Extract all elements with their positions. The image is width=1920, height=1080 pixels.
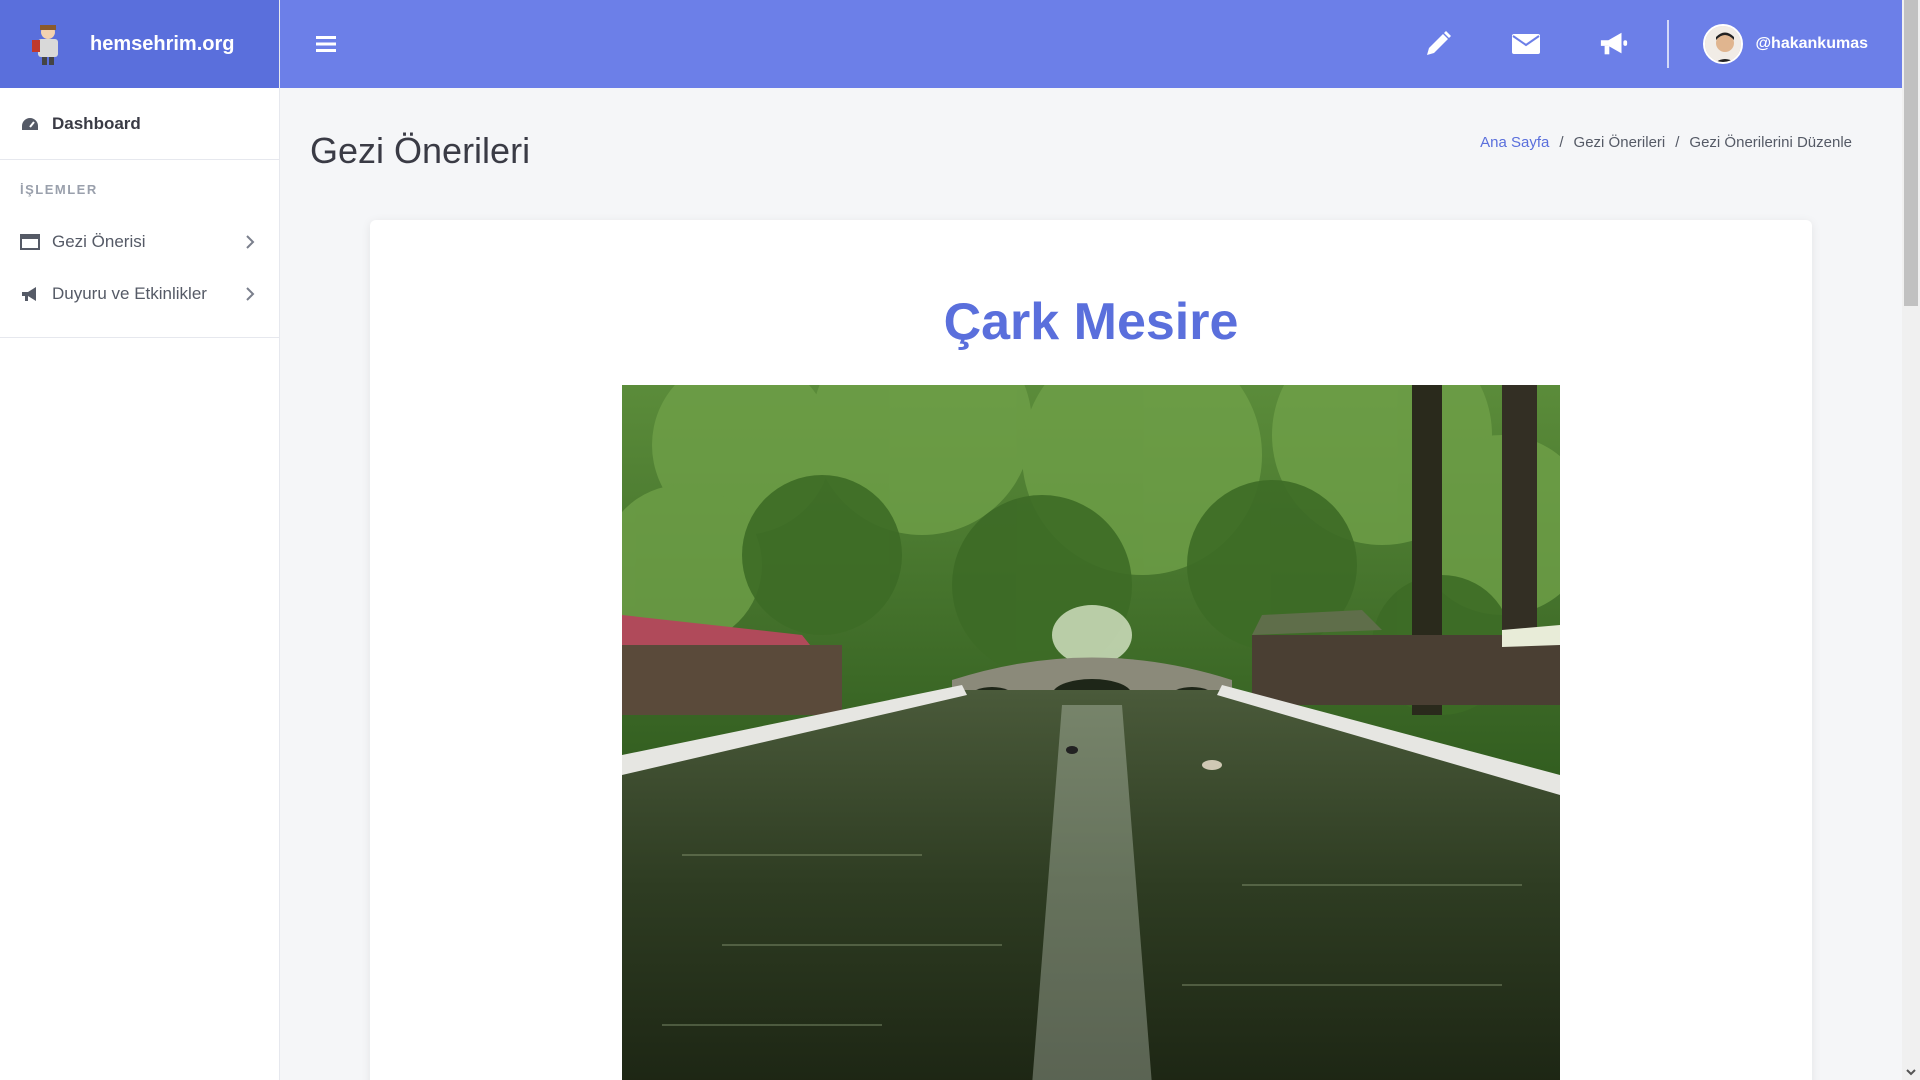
sidebar-divider [0,320,279,338]
scroll-down-arrow-icon[interactable] [1905,1066,1917,1078]
page-scrollbar[interactable] [1902,0,1920,1080]
page-title: Gezi Önerileri [310,130,531,171]
topbar: @hakankumas [280,0,1902,88]
sidebar-item-label: Duyuru ve Etkinlikler [52,284,207,303]
menu-toggle-icon[interactable] [316,35,336,53]
topbar-divider [1667,20,1670,68]
sidebar-section-heading: İŞLEMLER [20,182,98,197]
brand-name: hemsehrim.org [90,32,235,55]
sidebar-item-dashboard[interactable]: Dashboard [0,88,279,160]
breadcrumb-separator: / [1559,134,1564,151]
breadcrumb-section: Gezi Önerileri [1573,134,1666,151]
megaphone-icon[interactable] [1599,29,1629,59]
window-icon [20,234,40,250]
brand[interactable]: hemsehrim.org [0,0,279,88]
sidebar: hemsehrim.org Dashboard İŞLEMLER Gezi Ön… [0,0,280,1080]
place-photo [622,385,1560,1080]
topbar-actions: @hakankumas [1423,0,1902,88]
scrollbar-thumb[interactable] [1904,0,1918,306]
sidebar-item-label: Gezi Önerisi [52,232,146,251]
place-title: Çark Mesire [943,293,1239,351]
breadcrumb: Ana Sayfa / Gezi Önerileri / Gezi Öneril… [1480,134,1852,151]
breadcrumb-home-link[interactable]: Ana Sayfa [1480,134,1549,151]
sidebar-item-gezi-onerisi[interactable]: Gezi Önerisi [0,216,279,268]
megaphone-icon [22,287,36,301]
sidebar-item-label: Dashboard [52,113,141,133]
envelope-icon[interactable] [1511,29,1541,59]
pencil-icon[interactable] [1423,29,1453,59]
brand-logo [32,25,58,65]
avatar[interactable] [1703,24,1744,64]
username[interactable]: @hakankumas [1755,35,1868,53]
breadcrumb-current: Gezi Önerilerini Düzenle [1689,134,1852,151]
sidebar-item-duyuru-etkinlikler[interactable]: Duyuru ve Etkinlikler [0,268,279,320]
gauge-icon [22,117,38,130]
content-card: Çark Mesire [370,220,1812,1080]
breadcrumb-separator: / [1675,134,1680,151]
chevron-right-icon [246,287,255,301]
chevron-right-icon [246,235,255,249]
